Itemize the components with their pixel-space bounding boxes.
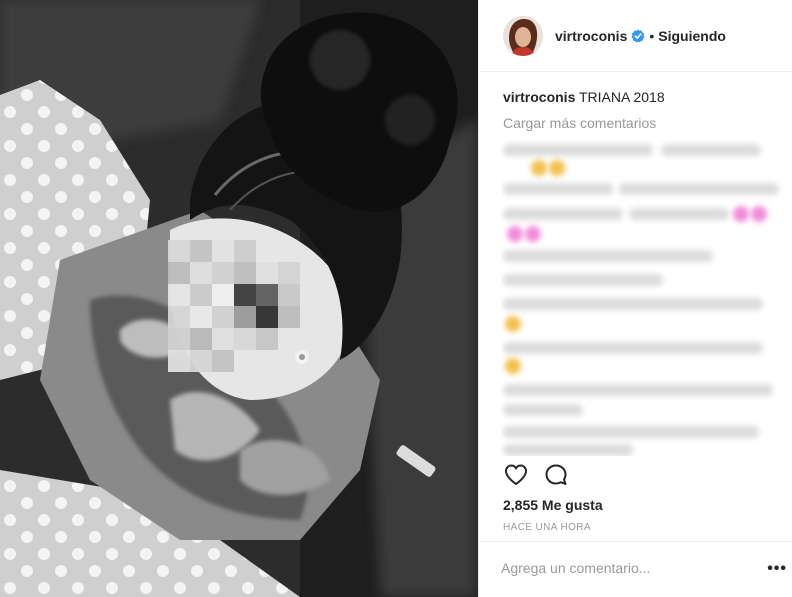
avatar-image bbox=[503, 15, 543, 56]
post-header: virtroconis • Siguiendo bbox=[479, 0, 792, 72]
blurred-comments bbox=[501, 138, 789, 456]
like-count[interactable]: 2,855 Me gusta bbox=[503, 497, 603, 513]
more-options-icon[interactable]: ••• bbox=[767, 560, 787, 578]
comment-icon[interactable] bbox=[543, 462, 569, 488]
following-button[interactable]: Siguiendo bbox=[658, 28, 726, 44]
post-details-panel: virtroconis • Siguiendo virtroconis TRIA… bbox=[478, 0, 792, 597]
comment-input[interactable] bbox=[501, 560, 731, 576]
caption-text: TRIANA 2018 bbox=[579, 89, 665, 105]
separator-dot: • bbox=[649, 27, 655, 44]
header-username[interactable]: virtroconis bbox=[555, 28, 627, 44]
avatar[interactable] bbox=[503, 15, 543, 56]
action-bar bbox=[503, 462, 569, 488]
post-timestamp: HACE UNA HORA bbox=[503, 522, 591, 533]
post-caption: virtroconis TRIANA 2018 bbox=[503, 89, 665, 105]
load-more-comments-link[interactable]: Cargar más comentarios bbox=[503, 115, 656, 131]
photo-image bbox=[0, 0, 478, 597]
caption-username[interactable]: virtroconis bbox=[503, 89, 575, 105]
verified-badge-icon bbox=[631, 29, 645, 43]
add-comment-row: ••• bbox=[479, 541, 792, 597]
heart-icon[interactable] bbox=[503, 462, 529, 488]
post-photo[interactable] bbox=[0, 0, 478, 597]
